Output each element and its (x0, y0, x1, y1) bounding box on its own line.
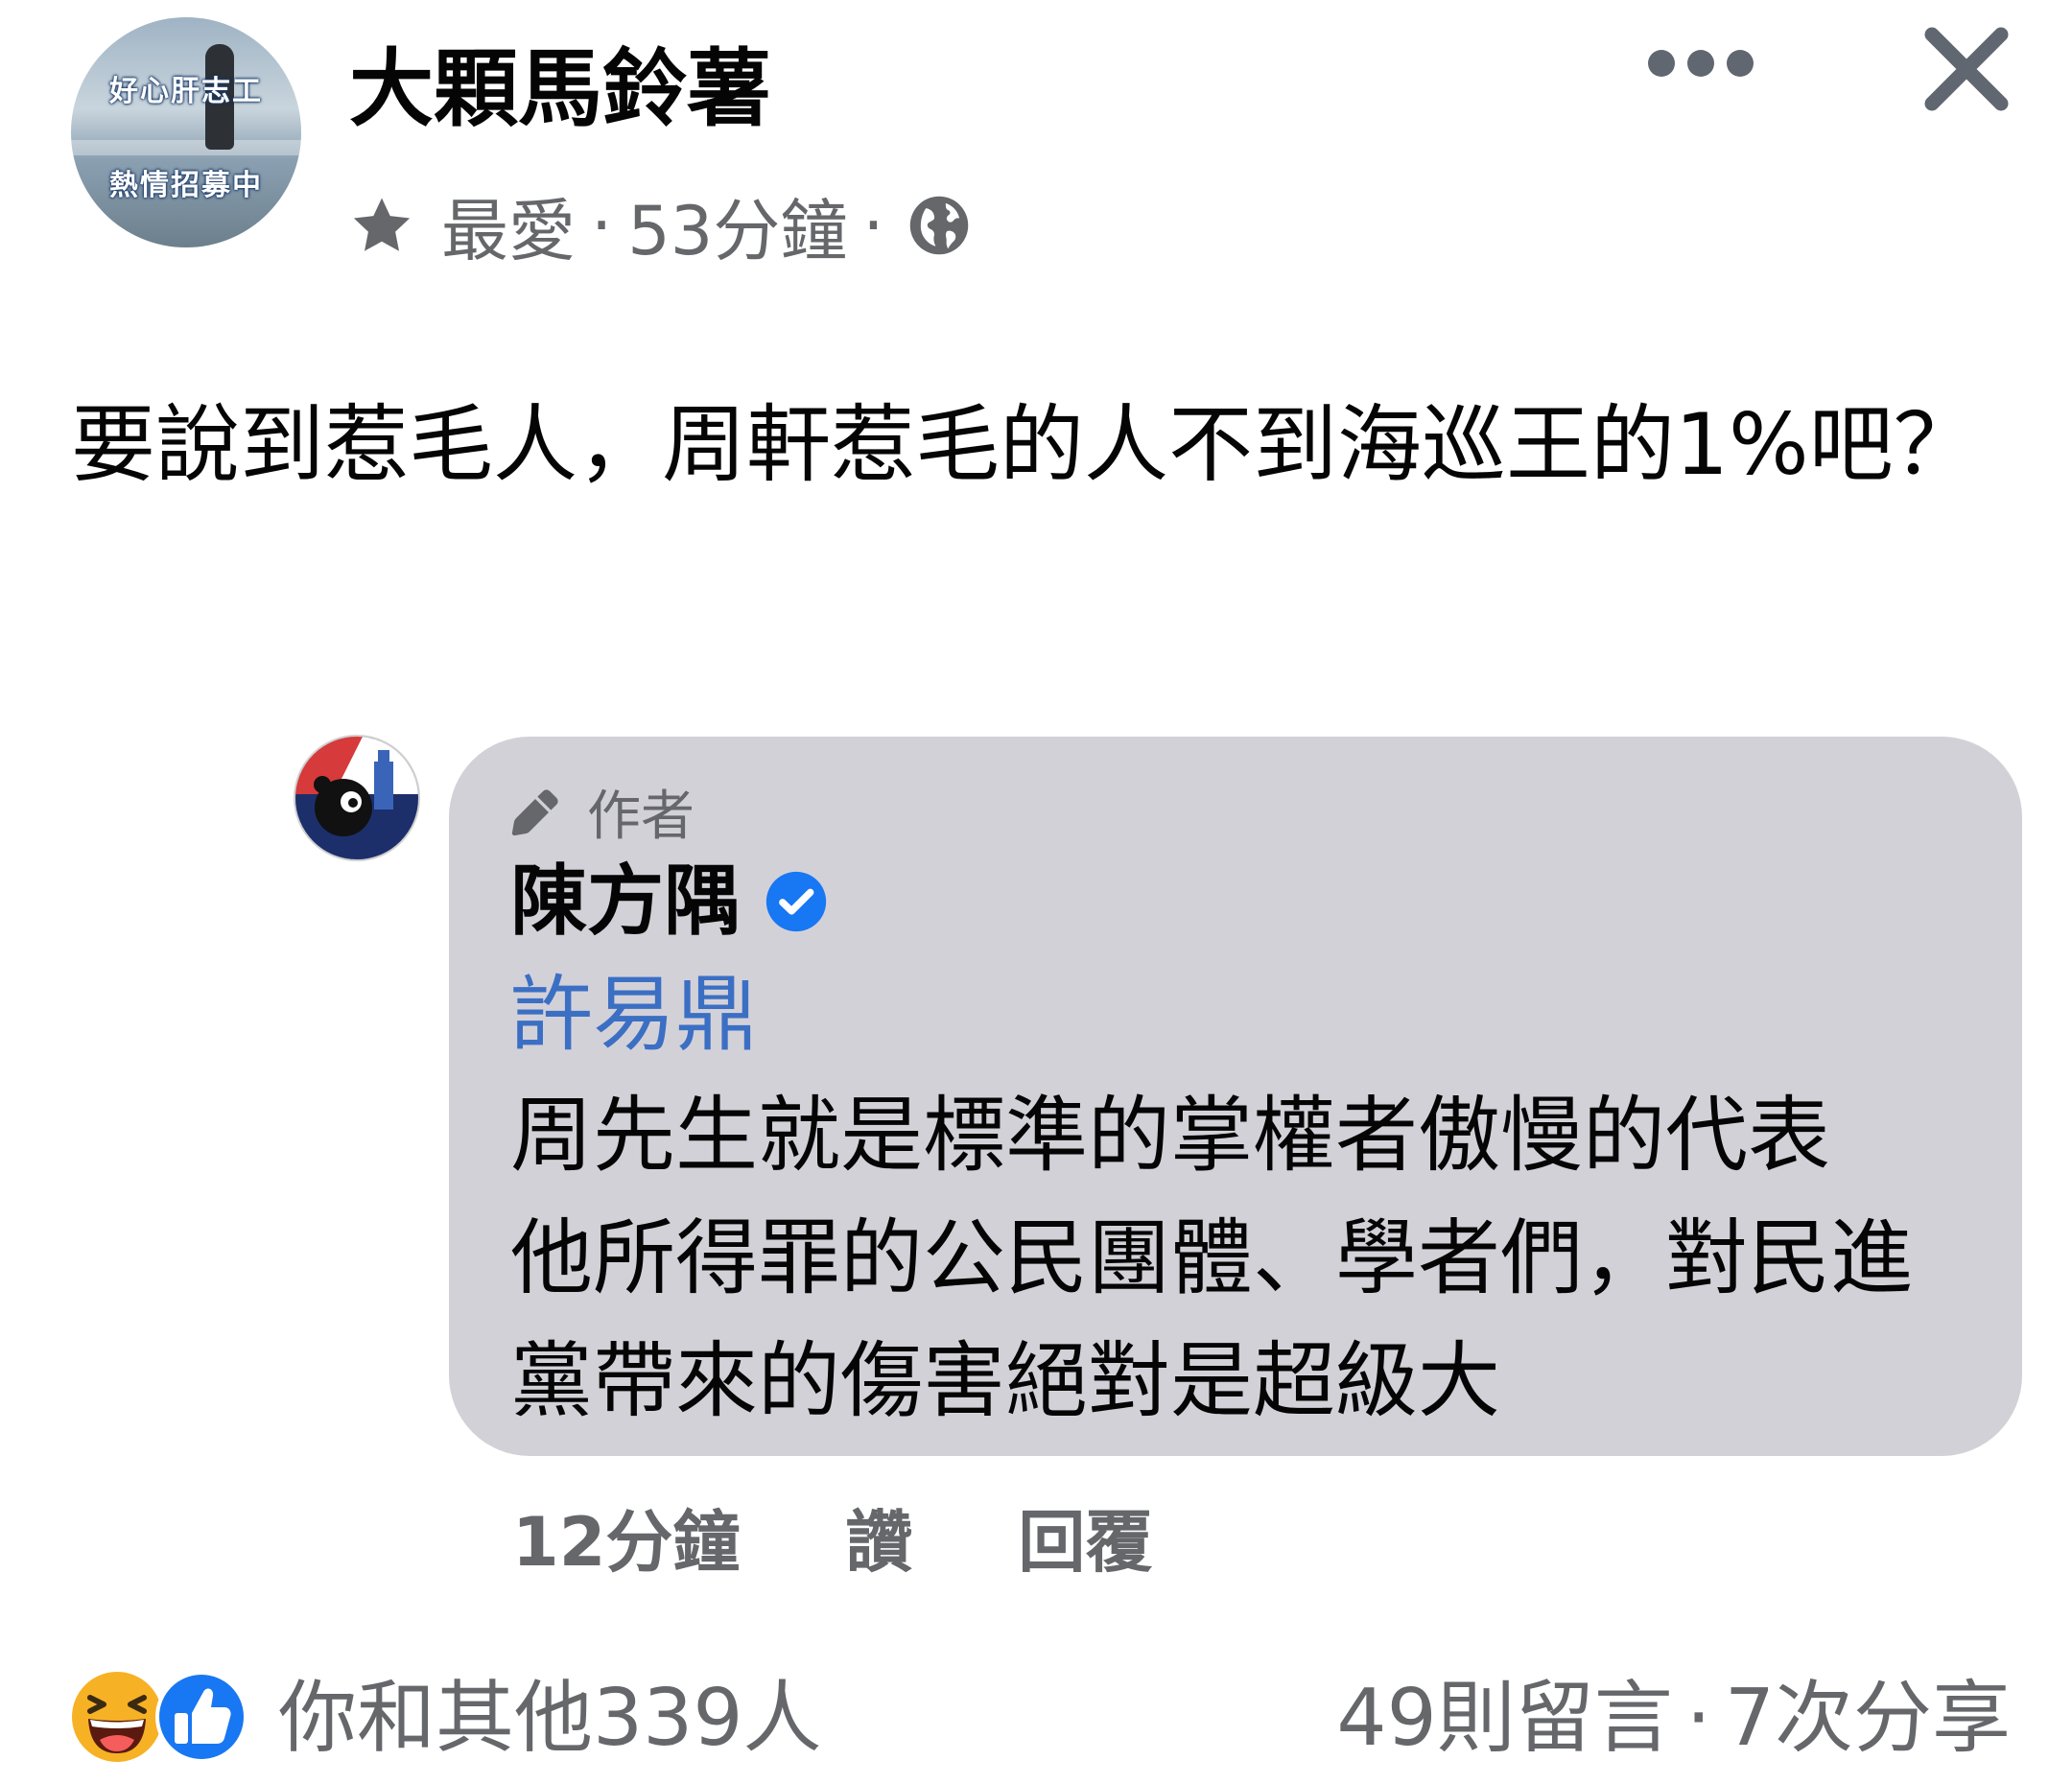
comment-like-button[interactable]: 讚 (845, 1489, 912, 1585)
commenter-avatar-art (295, 737, 418, 859)
audience-label: 最愛 (441, 191, 576, 270)
page-avatar[interactable]: 好心肝志工 熱情招募中 (71, 17, 301, 247)
verified-icon (765, 871, 827, 932)
more-dot (1687, 50, 1714, 77)
author-badge-label: 作者 (587, 786, 695, 848)
comment-line: 周先生就是標準的掌權者傲慢的代表 (510, 1088, 1830, 1184)
comments-count[interactable]: 49則留言 (1336, 1673, 1672, 1764)
more-dot (1648, 50, 1675, 77)
like-reaction-icon (155, 1671, 247, 1763)
stats-separator: · (1685, 1673, 1711, 1764)
meta-separator: · (591, 186, 613, 265)
comment-text: 周先生就是標準的掌權者傲慢的代表 他所得罪的公民團體、學者們，對民進 黨帶來的傷… (510, 1074, 1988, 1443)
star-icon (353, 198, 411, 251)
comment-reply-button[interactable]: 回覆 (1018, 1489, 1152, 1585)
avatar-caption-top: 好心肝志工 (109, 75, 263, 108)
more-icon[interactable] (1648, 44, 1754, 82)
post-meta: 最愛 · 53分鐘 · (347, 186, 971, 270)
haha-icon (72, 1672, 162, 1762)
post-time[interactable]: 53分鐘 (627, 177, 847, 274)
reaction-icons[interactable] (69, 1669, 261, 1765)
more-dot (1727, 50, 1754, 77)
author-badge: 作者 (508, 773, 695, 851)
shares-count[interactable]: 7次分享 (1725, 1673, 2011, 1764)
close-icon[interactable] (1919, 21, 2014, 117)
meta-separator: · (862, 186, 884, 265)
post-text: 要說到惹毛人，周軒惹毛的人不到海巡王的1%吧？ (71, 395, 1978, 494)
reaction-count[interactable]: 你和其他339人 (278, 1671, 822, 1767)
mention-link[interactable]: 許易鼎 (510, 962, 758, 1068)
commenter-avatar[interactable] (294, 735, 420, 861)
page-name[interactable]: 大顆馬鈴薯 (349, 36, 771, 142)
engagement-stats: 49則留言 · 7次分享 (1336, 1671, 2011, 1767)
avatar-caption-bottom: 熱情招募中 (109, 169, 263, 202)
avatar-water (71, 140, 301, 155)
comment-time[interactable]: 12分鐘 (512, 1489, 740, 1585)
comment-line: 黨帶來的傷害絕對是超級大 (510, 1333, 1500, 1429)
comment-actions: 12分鐘 讚 回覆 (512, 1489, 1152, 1585)
commenter-name[interactable]: 陳方隅 (510, 854, 829, 950)
comment-line: 他所得罪的公民團體、學者們，對民進 (510, 1210, 1913, 1306)
commenter-name-text[interactable]: 陳方隅 (510, 854, 741, 950)
globe-icon (909, 196, 968, 255)
pencil-icon (511, 788, 558, 835)
